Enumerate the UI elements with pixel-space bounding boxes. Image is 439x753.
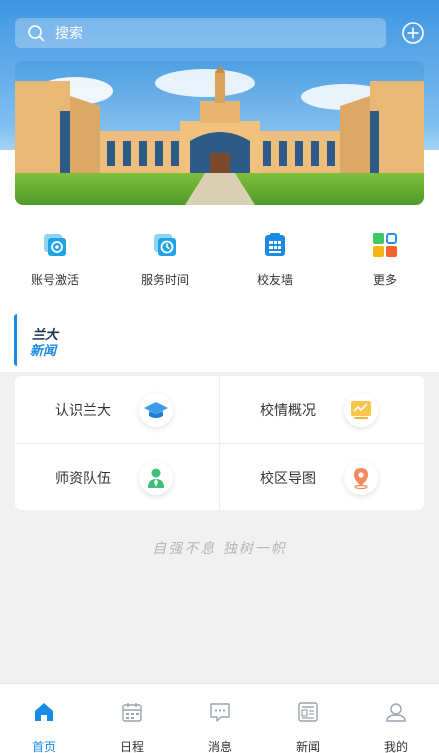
message-icon bbox=[210, 703, 230, 722]
search-input[interactable]: 搜索 bbox=[15, 18, 386, 48]
tab-label: 首页 bbox=[31, 740, 56, 753]
quick-link-service-time[interactable]: 服务时间 bbox=[110, 232, 220, 288]
grid-item-know-lzu[interactable]: 认识兰大 bbox=[15, 376, 219, 443]
grid-item-faculty[interactable]: 师资队伍 bbox=[15, 444, 219, 511]
grid-item-label: 师资队伍 bbox=[55, 471, 111, 487]
tab-profile[interactable]: 我的 bbox=[352, 684, 439, 753]
quick-link-more[interactable]: 更多 bbox=[330, 232, 439, 288]
tab-label: 我的 bbox=[383, 740, 408, 753]
grid-item-label: 校区导图 bbox=[260, 471, 316, 487]
quick-link-label: 服务时间 bbox=[140, 273, 189, 287]
chart-board-icon bbox=[344, 393, 378, 427]
news-header-line2: 新闻 bbox=[30, 344, 57, 359]
alumni-wall-icon bbox=[265, 233, 285, 256]
tab-schedule[interactable]: 日程 bbox=[88, 684, 176, 753]
grid-item-campus-map[interactable]: 校区导图 bbox=[220, 444, 424, 511]
home-icon bbox=[35, 703, 53, 721]
grid-item-label: 校情概况 bbox=[260, 403, 316, 419]
bottom-tab-bar: 首页 日程 消息 新闻 我的 bbox=[0, 683, 439, 753]
search-placeholder: 搜索 bbox=[55, 26, 83, 42]
tab-home[interactable]: 首页 bbox=[0, 684, 88, 753]
quick-link-label: 更多 bbox=[372, 273, 397, 287]
campus-banner[interactable] bbox=[15, 61, 424, 205]
calendar-icon bbox=[122, 703, 142, 722]
more-grid-icon bbox=[373, 233, 397, 257]
add-icon[interactable] bbox=[401, 21, 425, 45]
profile-icon bbox=[386, 703, 406, 722]
map-pin-icon bbox=[344, 461, 378, 495]
quick-link-label: 校友墙 bbox=[256, 273, 293, 287]
tab-news[interactable]: 新闻 bbox=[264, 684, 352, 753]
quick-link-alumni-wall[interactable]: 校友墙 bbox=[220, 232, 330, 288]
feature-grid: 认识兰大 校情概况 师资队伍 校区导图 bbox=[15, 376, 424, 510]
grid-item-label: 认识兰大 bbox=[55, 403, 111, 419]
tab-label: 新闻 bbox=[295, 740, 320, 753]
news-icon bbox=[298, 702, 318, 722]
tab-messages[interactable]: 消息 bbox=[176, 684, 264, 753]
quick-link-account[interactable]: 账号激活 bbox=[0, 232, 110, 288]
quick-link-label: 账号激活 bbox=[30, 273, 79, 287]
news-section-header[interactable]: 兰大 新闻 bbox=[14, 314, 439, 366]
service-time-icon bbox=[154, 234, 176, 256]
graduation-cap-icon bbox=[139, 393, 173, 427]
search-icon bbox=[28, 25, 45, 42]
tab-label: 消息 bbox=[207, 740, 232, 753]
tab-label: 日程 bbox=[119, 740, 144, 753]
grid-item-overview[interactable]: 校情概况 bbox=[220, 376, 424, 443]
teacher-icon bbox=[139, 461, 173, 495]
university-motto: 自强不息 独树一帜 bbox=[152, 541, 287, 557]
account-activate-icon bbox=[44, 234, 66, 256]
